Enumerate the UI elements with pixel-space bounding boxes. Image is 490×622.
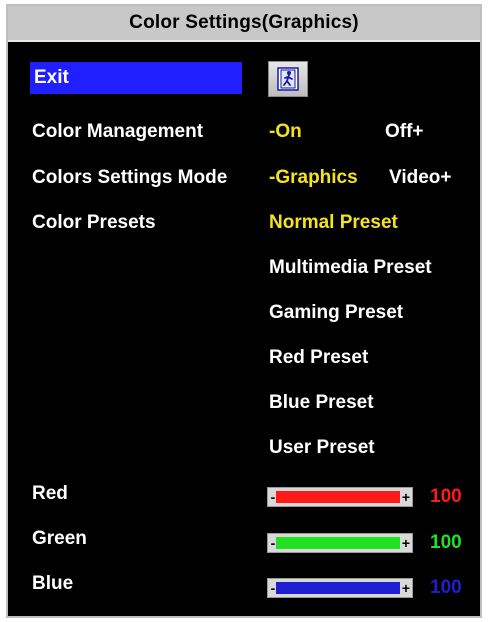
colors-settings-mode-label: Colors Settings Mode: [32, 167, 228, 188]
color-presets-label: Color Presets: [32, 212, 156, 233]
green-slider[interactable]: - +: [267, 533, 413, 553]
red-slider-fill: [276, 491, 400, 503]
green-slider-fill: [276, 537, 400, 549]
plus-icon: +: [401, 535, 411, 551]
plus-icon: +: [401, 489, 411, 505]
mode-graphics-option[interactable]: -Graphics: [269, 167, 358, 189]
color-management-off-option[interactable]: Off+: [385, 121, 424, 143]
preset-blue-option[interactable]: Blue Preset: [269, 392, 374, 414]
red-value: 100: [430, 486, 462, 507]
plus-icon: +: [401, 580, 411, 596]
exit-door-icon[interactable]: [268, 61, 308, 97]
blue-slider[interactable]: - +: [267, 578, 413, 598]
green-value: 100: [430, 532, 462, 553]
osd-window: Color Settings(Graphics) Exit Color Mana…: [6, 4, 482, 618]
window-title: Color Settings(Graphics): [129, 12, 359, 33]
mode-video-option[interactable]: Video+: [389, 167, 451, 189]
preset-normal-option[interactable]: Normal Preset: [269, 212, 398, 234]
color-management-label: Color Management: [32, 121, 204, 142]
title-bar: Color Settings(Graphics): [8, 6, 480, 42]
preset-gaming-option[interactable]: Gaming Preset: [269, 302, 403, 324]
color-management-on-option[interactable]: -On: [269, 121, 302, 143]
preset-multimedia-option[interactable]: Multimedia Preset: [269, 257, 432, 279]
red-label: Red: [32, 483, 68, 504]
exit-label: Exit: [34, 67, 69, 88]
preset-user-option[interactable]: User Preset: [269, 437, 375, 459]
exit-button[interactable]: Exit: [30, 62, 242, 94]
blue-value: 100: [430, 577, 462, 598]
blue-label: Blue: [32, 573, 74, 594]
blue-slider-fill: [276, 582, 400, 594]
red-slider[interactable]: - +: [267, 487, 413, 507]
preset-red-option[interactable]: Red Preset: [269, 347, 368, 369]
green-label: Green: [32, 528, 87, 549]
